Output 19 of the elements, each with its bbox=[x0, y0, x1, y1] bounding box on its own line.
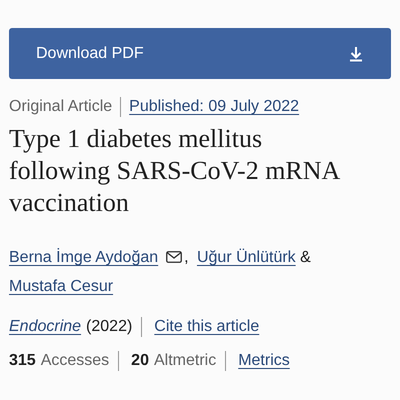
download-icon bbox=[349, 46, 363, 62]
author-link[interactable]: Mustafa Cesur bbox=[9, 278, 114, 295]
download-pdf-button[interactable]: Download PDF bbox=[9, 28, 391, 79]
journal-link[interactable]: Endocrine bbox=[9, 318, 82, 336]
metric-label: Altmetric bbox=[154, 352, 216, 370]
email-icon[interactable] bbox=[166, 251, 182, 263]
author-link[interactable]: Uğur Ünlütürk bbox=[196, 249, 296, 266]
metric-value: 20 bbox=[131, 352, 149, 370]
metric-label: Accesses bbox=[40, 352, 110, 370]
author-separator: , bbox=[184, 249, 189, 266]
author-separator: & bbox=[300, 249, 311, 266]
metric-value: 315 bbox=[9, 352, 36, 370]
cite-article-link[interactable]: Cite this article bbox=[154, 318, 260, 336]
published-date-link[interactable]: Published: 09 July 2022 bbox=[129, 98, 300, 116]
publication-year: (2022) bbox=[86, 318, 132, 336]
article-title: Type 1 diabetes mellitus following SARS-CoV-2 mRNA vaccination bbox=[9, 123, 340, 219]
author-link[interactable]: Berna İmge Aydoğan bbox=[9, 249, 158, 266]
metrics-link[interactable]: Metrics bbox=[238, 352, 290, 370]
article-type: Original Article bbox=[9, 98, 112, 116]
